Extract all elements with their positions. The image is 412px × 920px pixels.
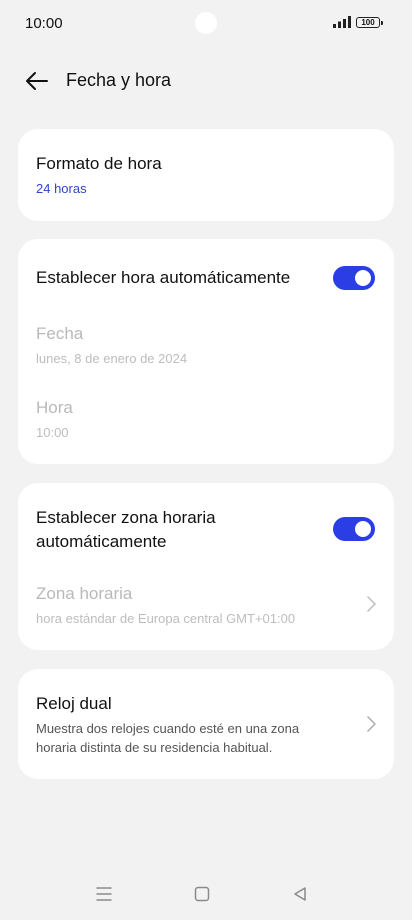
timezone-value: hora estándar de Europa central GMT+01:0… xyxy=(36,611,296,626)
auto-timezone-toggle[interactable] xyxy=(333,517,375,541)
menu-icon[interactable] xyxy=(93,883,115,905)
date-title: Fecha xyxy=(36,324,84,343)
arrow-left-icon[interactable] xyxy=(22,68,50,94)
timezone-title: Zona horaria xyxy=(36,584,133,603)
time-title: Hora xyxy=(36,398,73,417)
time-format-value: 24 horas xyxy=(36,181,87,196)
time-format-item[interactable]: Formato de hora 24 horas xyxy=(36,152,376,198)
home-icon[interactable] xyxy=(191,883,213,905)
toggle-knob xyxy=(355,270,371,286)
navigation-bar xyxy=(0,870,412,920)
date-item: Fecha lunes, 8 de enero de 2024 xyxy=(36,322,376,368)
dual-clock-desc-line1: Muestra dos relojes cuando esté en una z… xyxy=(36,721,300,736)
auto-time-toggle[interactable] xyxy=(333,266,375,290)
battery-level: 100 xyxy=(361,18,375,27)
auto-time-title: Establecer hora automáticamente xyxy=(36,268,291,287)
time-format-card: Formato de hora 24 horas xyxy=(18,129,394,221)
timezone-item: Zona horaria hora estándar de Europa cen… xyxy=(36,582,344,628)
dual-clock-item[interactable]: Reloj dual Muestra dos relojes cuando es… xyxy=(36,692,344,757)
battery-icon: 100 xyxy=(356,17,383,28)
screen: 10:00 100 Fecha y hora Formato de hora 2… xyxy=(0,0,412,920)
auto-time-card: Establecer hora automáticamente Fecha lu… xyxy=(18,239,394,464)
app-bar: Fecha y hora xyxy=(0,60,412,102)
chevron-right-icon xyxy=(367,596,376,612)
toggle-knob xyxy=(355,521,371,537)
auto-timezone-item[interactable]: Establecer zona horaria automáticamente xyxy=(36,506,314,554)
chevron-right-icon[interactable] xyxy=(364,715,378,733)
time-value: 10:00 xyxy=(36,425,69,440)
signal-icon xyxy=(333,16,351,28)
camera-cutout xyxy=(195,12,217,34)
auto-timezone-card: Establecer zona horaria automáticamente … xyxy=(18,483,394,650)
time-format-title: Formato de hora xyxy=(36,154,162,173)
time-item: Hora 10:00 xyxy=(36,396,376,442)
auto-timezone-title-line1: Establecer zona horaria xyxy=(36,508,216,527)
page-title: Fecha y hora xyxy=(66,70,172,90)
dual-clock-desc-line2: horaria distinta de su residencia habitu… xyxy=(36,740,273,755)
back-triangle-icon[interactable] xyxy=(289,883,311,905)
dual-clock-title: Reloj dual xyxy=(36,694,112,713)
status-bar: 10:00 100 xyxy=(0,0,412,46)
auto-timezone-title-line2: automáticamente xyxy=(36,532,167,551)
status-time: 10:00 xyxy=(25,15,63,32)
auto-time-item[interactable]: Establecer hora automáticamente xyxy=(36,266,376,290)
date-value: lunes, 8 de enero de 2024 xyxy=(36,351,188,366)
dual-clock-card: Reloj dual Muestra dos relojes cuando es… xyxy=(18,669,394,779)
